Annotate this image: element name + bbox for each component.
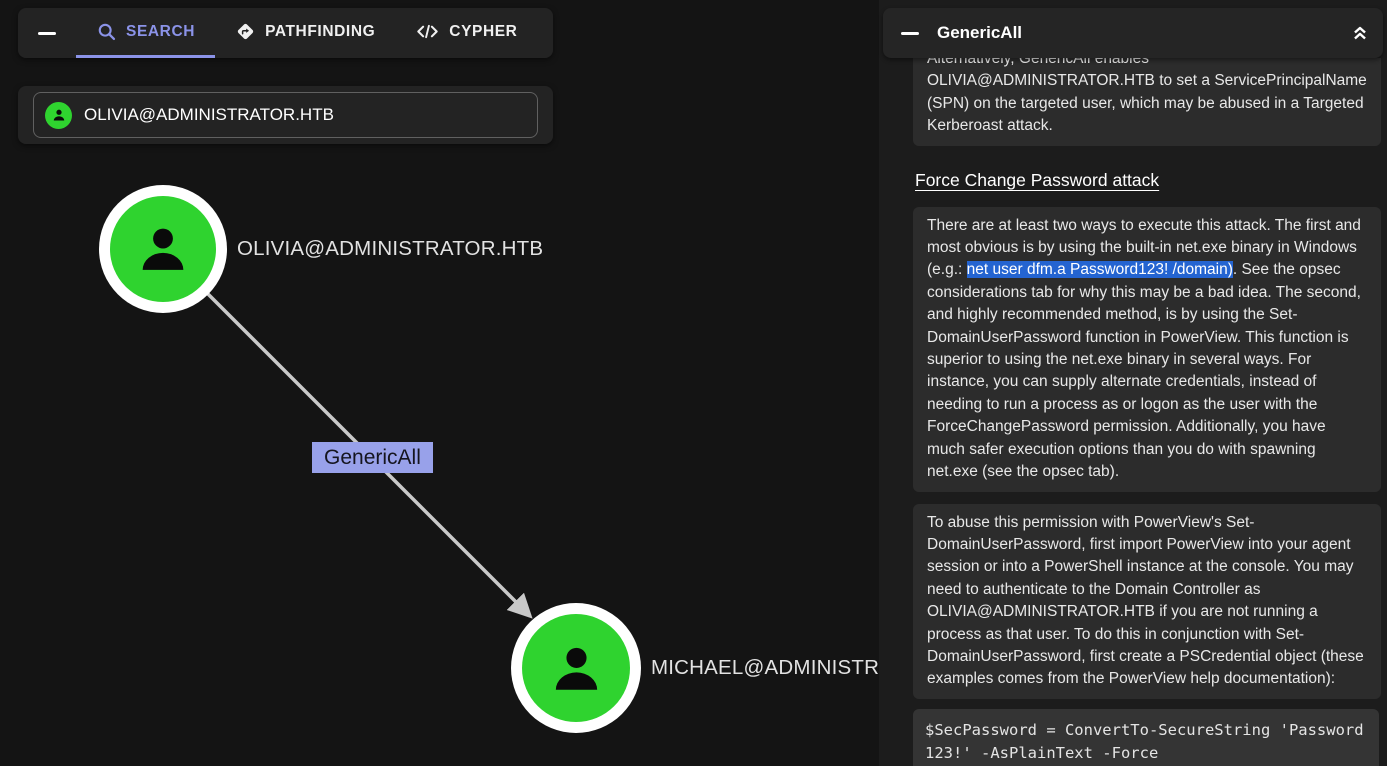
bloodhound-app: OLIVIA@ADMINISTRATOR.HTB MICHAEL@ADMINIS… [0,0,1387,766]
tab-cypher-label: CYPHER [449,23,517,41]
node-label: MICHAEL@ADMINISTRATOR.HTB [651,656,879,680]
user-icon [130,216,196,282]
node-michael[interactable]: MICHAEL@ADMINISTRATOR.HTB [511,603,879,733]
cypher-code-icon [415,21,440,42]
user-icon [543,635,610,702]
pathfinding-icon [235,21,256,42]
node-label: OLIVIA@ADMINISTRATOR.HTB [237,237,543,261]
tab-search-label: SEARCH [126,23,195,41]
search-icon [96,21,117,42]
node-olivia[interactable]: OLIVIA@ADMINISTRATOR.HTB [99,185,543,313]
explore-tab-bar: SEARCH PATHFINDING CYPHER [18,8,553,58]
graph-canvas[interactable]: OLIVIA@ADMINISTRATOR.HTB MICHAEL@ADMINIS… [0,0,879,766]
chevrons-up-icon [1349,22,1371,44]
collapse-panel-button[interactable] [883,32,937,35]
search-card: OLIVIA@ADMINISTRATOR.HTB [18,86,553,144]
edge-label-genericall[interactable]: GenericAll [312,442,433,473]
attack-description-paragraph: There are at least two ways to execute t… [913,207,1381,492]
powerview-paragraph: To abuse this permission with PowerView'… [913,504,1381,699]
expand-panel-button[interactable] [1337,22,1383,44]
search-input-value: OLIVIA@ADMINISTRATOR.HTB [84,105,334,125]
user-avatar-icon [45,102,72,129]
paragraph-text: . See the opsec considerations tab for w… [927,261,1361,480]
edge-info-header: GenericAll [883,8,1383,58]
edge-info-panel: GenericAll Alternatively, GenericAll ena… [879,0,1387,766]
tab-pathfinding-label: PATHFINDING [265,23,375,41]
tab-pathfinding[interactable]: PATHFINDING [215,8,395,58]
collapse-search-button[interactable] [18,8,76,58]
abuse-intro-paragraph: Alternatively, GenericAll enables OLIVIA… [913,58,1381,146]
minus-icon [901,32,919,35]
section-heading: Force Change Password attack [915,170,1381,191]
user-node-circle[interactable] [511,603,641,733]
highlighted-command: net user dfm.a Password123! /domain) [967,261,1233,278]
tab-cypher[interactable]: CYPHER [395,8,537,58]
code-block: $SecPassword = ConvertTo-SecureString 'P… [913,709,1379,766]
edge-info-content[interactable]: Alternatively, GenericAll enables OLIVIA… [879,58,1387,766]
edge-info-title: GenericAll [937,23,1337,43]
user-node-circle[interactable] [99,185,227,313]
minus-icon [38,32,56,35]
search-input[interactable]: OLIVIA@ADMINISTRATOR.HTB [33,92,538,138]
tab-search[interactable]: SEARCH [76,8,215,58]
